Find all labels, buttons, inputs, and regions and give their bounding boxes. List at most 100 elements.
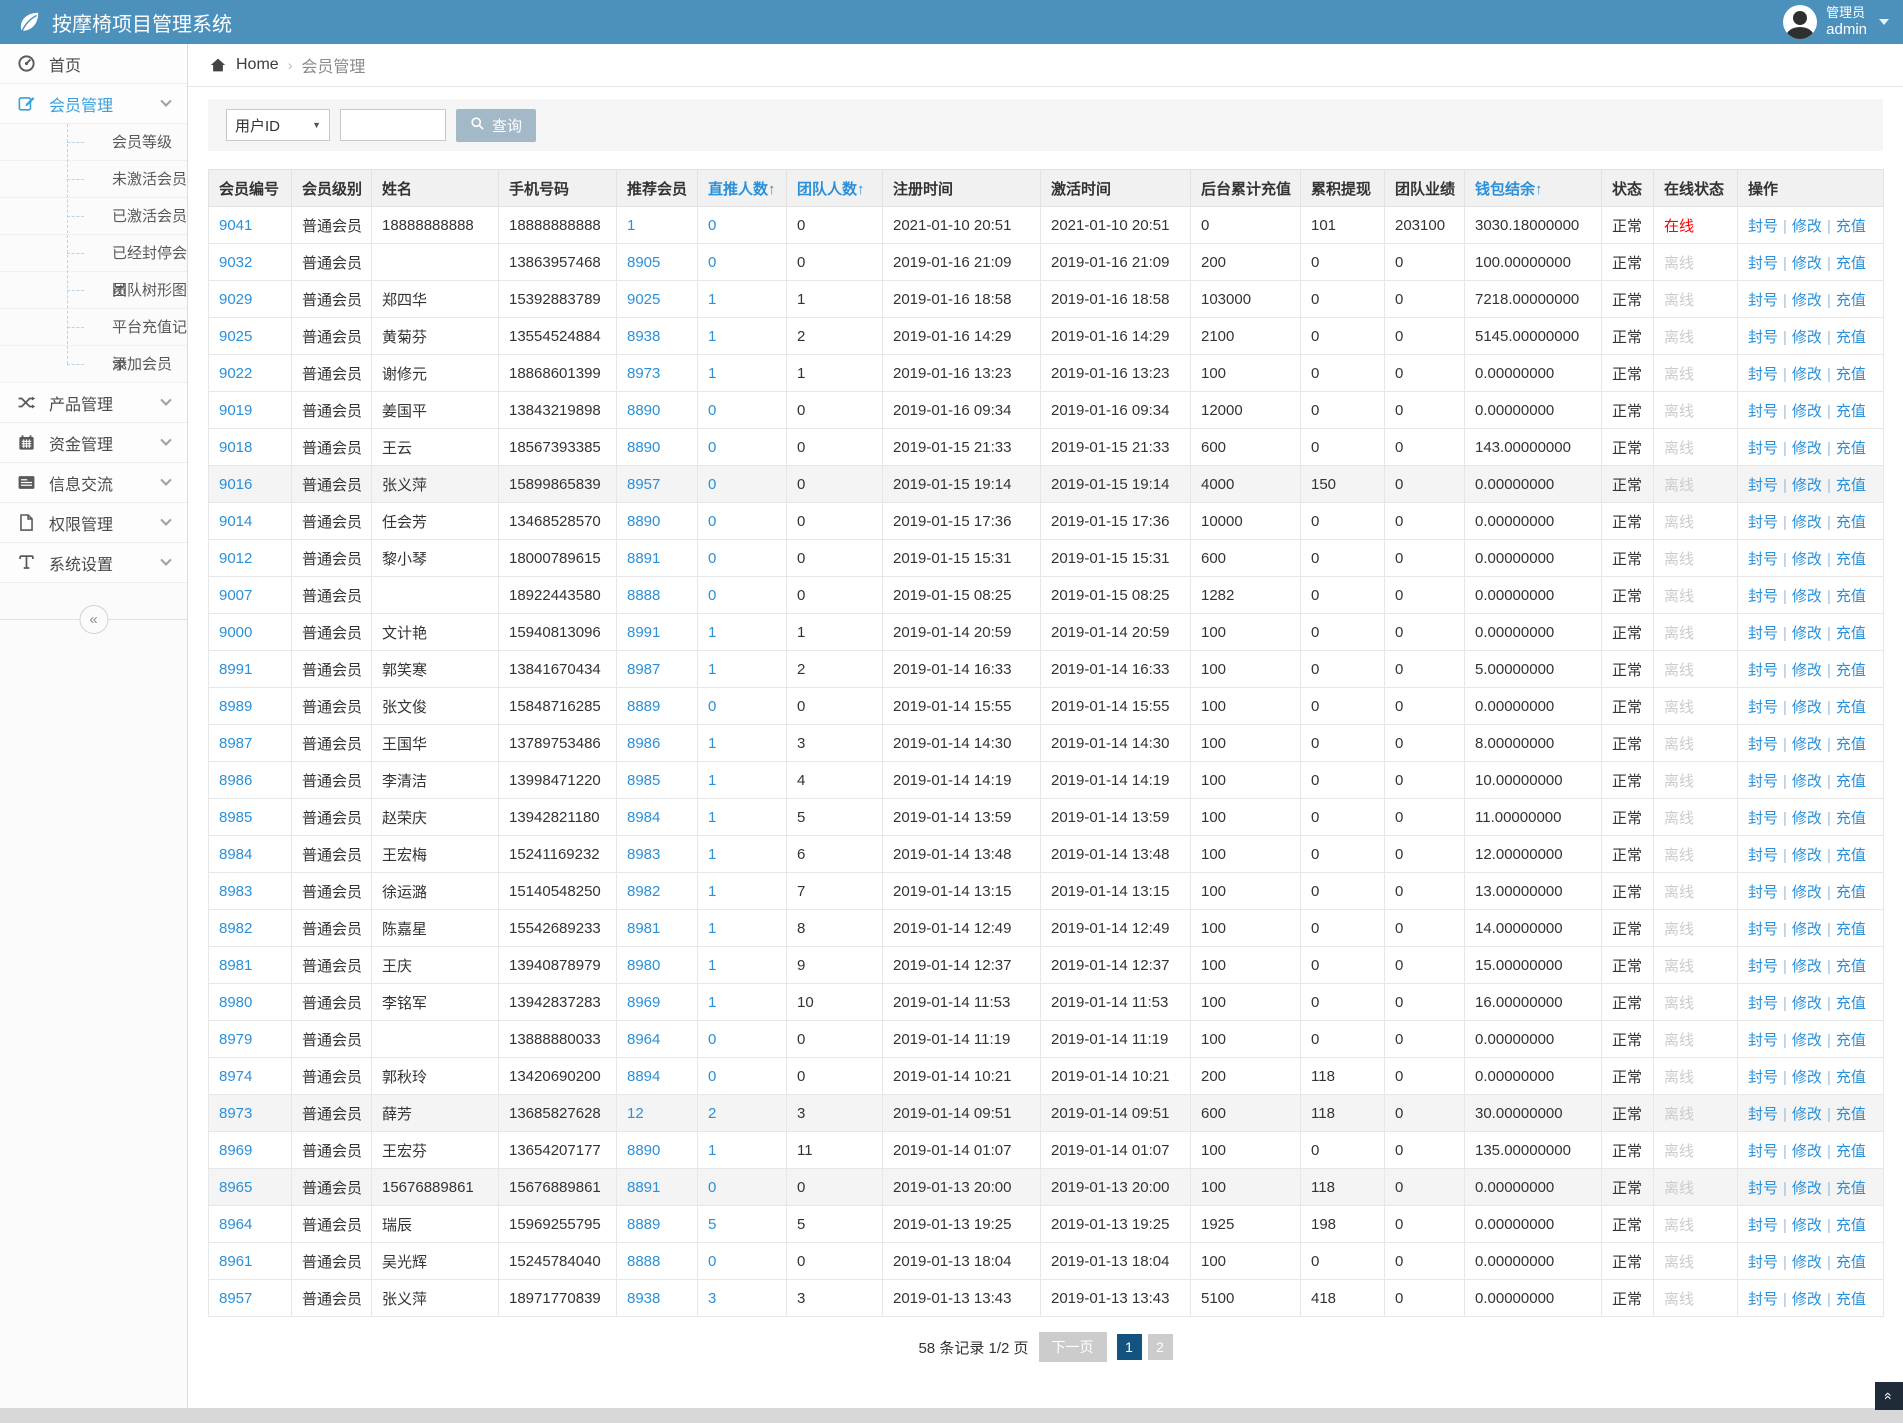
- member-id-link[interactable]: 9016: [219, 476, 252, 493]
- action-link[interactable]: 修改: [1792, 366, 1822, 383]
- member-id-link[interactable]: 8989: [219, 698, 252, 715]
- action-link[interactable]: 修改: [1792, 588, 1822, 605]
- action-link[interactable]: 充值: [1836, 884, 1866, 901]
- member-id-link[interactable]: 8979: [219, 1031, 252, 1048]
- action-link[interactable]: 封号: [1748, 514, 1778, 531]
- action-link[interactable]: 充值: [1836, 810, 1866, 827]
- action-link[interactable]: 充值: [1836, 366, 1866, 383]
- member-id-link[interactable]: 9032: [219, 254, 252, 271]
- action-link[interactable]: 修改: [1792, 292, 1822, 309]
- action-link[interactable]: 充值: [1836, 255, 1866, 272]
- action-link[interactable]: 修改: [1792, 1291, 1822, 1308]
- referrer-link[interactable]: 8982: [627, 883, 660, 900]
- referrer-link[interactable]: 8957: [627, 476, 660, 493]
- action-link[interactable]: 封号: [1748, 477, 1778, 494]
- page-number-button[interactable]: 1: [1116, 1334, 1142, 1360]
- member-id-link[interactable]: 8973: [219, 1105, 252, 1122]
- action-link[interactable]: 充值: [1836, 662, 1866, 679]
- member-id-link[interactable]: 9041: [219, 217, 252, 234]
- action-link[interactable]: 充值: [1836, 477, 1866, 494]
- sidebar-subitem[interactable]: 未激活会员: [0, 161, 187, 198]
- member-id-link[interactable]: 8961: [219, 1253, 252, 1270]
- referrer-link[interactable]: 9025: [627, 291, 660, 308]
- action-link[interactable]: 封号: [1748, 218, 1778, 235]
- direct-count-link[interactable]: 0: [708, 1031, 716, 1048]
- referrer-link[interactable]: 1: [627, 217, 635, 234]
- search-field-select[interactable]: 用户ID ▼: [226, 109, 330, 141]
- action-link[interactable]: 充值: [1836, 1143, 1866, 1160]
- breadcrumb-home-link[interactable]: Home: [236, 56, 279, 74]
- action-link[interactable]: 充值: [1836, 1217, 1866, 1234]
- member-id-link[interactable]: 8964: [219, 1216, 252, 1233]
- action-link[interactable]: 修改: [1792, 403, 1822, 420]
- action-link[interactable]: 封号: [1748, 884, 1778, 901]
- member-id-link[interactable]: 8969: [219, 1142, 252, 1159]
- action-link[interactable]: 修改: [1792, 625, 1822, 642]
- action-link[interactable]: 修改: [1792, 736, 1822, 753]
- referrer-link[interactable]: 8981: [627, 920, 660, 937]
- member-id-link[interactable]: 9018: [219, 439, 252, 456]
- referrer-link[interactable]: 8889: [627, 698, 660, 715]
- action-link[interactable]: 充值: [1836, 995, 1866, 1012]
- direct-count-link[interactable]: 0: [708, 439, 716, 456]
- action-link[interactable]: 充值: [1836, 773, 1866, 790]
- direct-count-link[interactable]: 1: [708, 920, 716, 937]
- action-link[interactable]: 修改: [1792, 1180, 1822, 1197]
- page-number-button[interactable]: 2: [1147, 1334, 1173, 1360]
- action-link[interactable]: 封号: [1748, 773, 1778, 790]
- referrer-link[interactable]: 8889: [627, 1216, 660, 1233]
- action-link[interactable]: 封号: [1748, 958, 1778, 975]
- referrer-link[interactable]: 8980: [627, 957, 660, 974]
- member-id-link[interactable]: 9019: [219, 402, 252, 419]
- referrer-link[interactable]: 8890: [627, 439, 660, 456]
- action-link[interactable]: 修改: [1792, 699, 1822, 716]
- referrer-link[interactable]: 8888: [627, 587, 660, 604]
- direct-count-link[interactable]: 1: [708, 957, 716, 974]
- direct-count-link[interactable]: 0: [708, 587, 716, 604]
- action-link[interactable]: 修改: [1792, 329, 1822, 346]
- member-id-link[interactable]: 8982: [219, 920, 252, 937]
- action-link[interactable]: 封号: [1748, 1180, 1778, 1197]
- direct-count-link[interactable]: 1: [708, 772, 716, 789]
- action-link[interactable]: 充值: [1836, 403, 1866, 420]
- action-link[interactable]: 修改: [1792, 1143, 1822, 1160]
- column-header[interactable]: 钱包结余↑: [1464, 169, 1602, 207]
- action-link[interactable]: 修改: [1792, 662, 1822, 679]
- direct-count-link[interactable]: 3: [708, 1290, 716, 1307]
- action-link[interactable]: 封号: [1748, 329, 1778, 346]
- member-id-link[interactable]: 8981: [219, 957, 252, 974]
- direct-count-link[interactable]: 0: [708, 1179, 716, 1196]
- member-id-link[interactable]: 8986: [219, 772, 252, 789]
- direct-count-link[interactable]: 2: [708, 1105, 716, 1122]
- action-link[interactable]: 充值: [1836, 588, 1866, 605]
- direct-count-link[interactable]: 1: [708, 809, 716, 826]
- referrer-link[interactable]: 8983: [627, 846, 660, 863]
- action-link[interactable]: 充值: [1836, 1032, 1866, 1049]
- sidebar-subitem[interactable]: 会员等级: [0, 124, 187, 161]
- action-link[interactable]: 充值: [1836, 1291, 1866, 1308]
- referrer-link[interactable]: 8987: [627, 661, 660, 678]
- referrer-link[interactable]: 8969: [627, 994, 660, 1011]
- member-id-link[interactable]: 8991: [219, 661, 252, 678]
- action-link[interactable]: 封号: [1748, 440, 1778, 457]
- direct-count-link[interactable]: 0: [708, 402, 716, 419]
- next-page-button[interactable]: 下一页: [1038, 1332, 1107, 1362]
- sidebar-item-member-management[interactable]: 会员管理: [0, 84, 187, 124]
- action-link[interactable]: 封号: [1748, 699, 1778, 716]
- search-button[interactable]: 查询: [456, 108, 537, 142]
- referrer-link[interactable]: 8891: [627, 550, 660, 567]
- direct-count-link[interactable]: 1: [708, 994, 716, 1011]
- action-link[interactable]: 充值: [1836, 329, 1866, 346]
- action-link[interactable]: 封号: [1748, 625, 1778, 642]
- member-id-link[interactable]: 8984: [219, 846, 252, 863]
- member-id-link[interactable]: 9000: [219, 624, 252, 641]
- direct-count-link[interactable]: 0: [708, 550, 716, 567]
- action-link[interactable]: 充值: [1836, 1106, 1866, 1123]
- referrer-link[interactable]: 8984: [627, 809, 660, 826]
- referrer-link[interactable]: 8894: [627, 1068, 660, 1085]
- member-id-link[interactable]: 8957: [219, 1290, 252, 1307]
- action-link[interactable]: 修改: [1792, 514, 1822, 531]
- action-link[interactable]: 封号: [1748, 1143, 1778, 1160]
- member-id-link[interactable]: 8985: [219, 809, 252, 826]
- member-id-link[interactable]: 9025: [219, 328, 252, 345]
